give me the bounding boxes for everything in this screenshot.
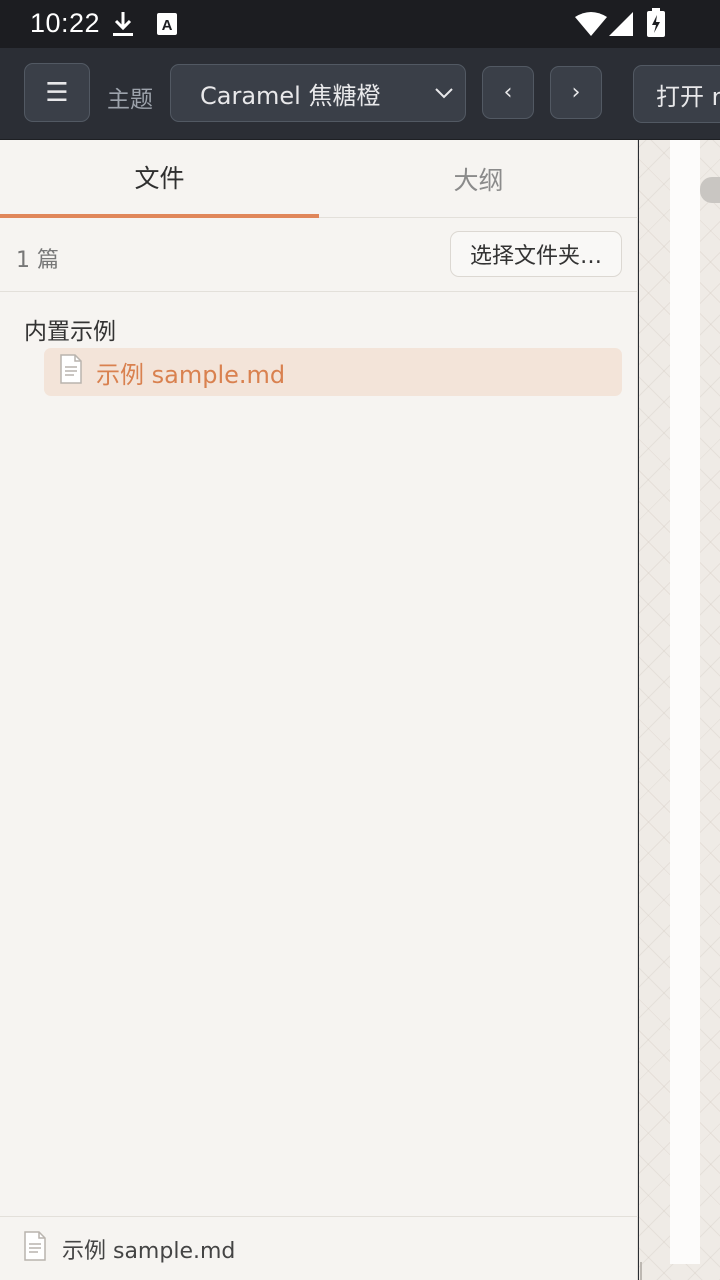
menu-button[interactable]: ☰ <box>24 63 90 122</box>
file-item-label: 示例 sample.md <box>96 360 286 389</box>
toolbar: ☰ 主题 Caramel 焦糖橙 ‹ › 打开 md <box>0 48 720 140</box>
editor-scrollbar-thumb[interactable] <box>700 177 720 203</box>
wifi-icon <box>574 11 608 41</box>
theme-label: 主题 <box>107 87 153 113</box>
chevron-right-icon: › <box>571 80 581 105</box>
choose-folder-button[interactable]: 选择文件夹… <box>450 231 622 277</box>
tab-files[interactable]: 文件 <box>0 140 319 218</box>
chevron-left-icon: ‹ <box>503 80 513 105</box>
chevron-down-icon <box>433 82 455 110</box>
status-bar: 10:22 A <box>0 0 720 48</box>
tab-outline[interactable]: 大纲 <box>319 140 638 218</box>
open-md-button[interactable]: 打开 md <box>633 65 720 123</box>
document-icon <box>58 354 84 390</box>
current-file-footer: 示例 sample.md <box>0 1216 638 1280</box>
resize-handle[interactable] <box>640 1262 642 1280</box>
open-md-label: 打开 md <box>656 82 720 111</box>
theme-select-value: Caramel 焦糖橙 <box>200 81 381 110</box>
file-count-row: 1 篇 选择文件夹… <box>0 218 638 292</box>
file-item-sample[interactable]: 示例 sample.md <box>44 348 622 396</box>
download-icon <box>112 10 134 42</box>
hamburger-menu-icon: ☰ <box>45 77 69 108</box>
sidebar: 文件 大纲 1 篇 选择文件夹… 内置示例 示例 sample.md 示例 sa… <box>0 140 638 1280</box>
document-icon <box>22 1230 48 1267</box>
current-file-name: 示例 sample.md <box>62 1238 236 1264</box>
group-label-builtin-examples: 内置示例 <box>24 319 116 345</box>
signal-icon <box>608 11 634 41</box>
svg-text:A: A <box>162 17 173 34</box>
sidebar-tabs: 文件 大纲 <box>0 140 638 218</box>
editor-page[interactable] <box>670 140 700 1264</box>
battery-charging-icon <box>646 8 666 42</box>
file-count: 1 篇 <box>16 248 59 273</box>
status-time: 10:22 <box>30 8 101 38</box>
theme-select[interactable]: Caramel 焦糖橙 <box>170 64 466 122</box>
next-theme-button[interactable]: › <box>550 66 602 119</box>
keyboard-a-icon: A <box>156 12 178 40</box>
prev-theme-button[interactable]: ‹ <box>482 66 534 119</box>
